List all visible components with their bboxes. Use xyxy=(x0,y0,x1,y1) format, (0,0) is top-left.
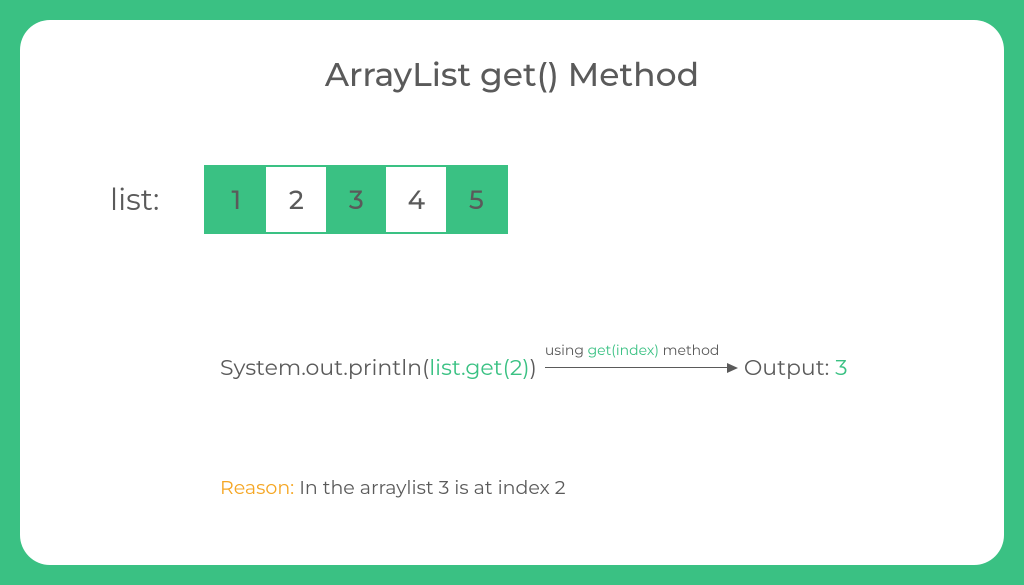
page-title: ArrayList get() Method xyxy=(70,55,954,95)
array-cell: 4 xyxy=(386,167,446,232)
arrow-label: using get(index) method xyxy=(545,341,738,359)
code-suffix: ) xyxy=(530,354,537,381)
array-cell: 2 xyxy=(266,167,326,232)
arrow-label-mid: get(index) xyxy=(588,341,659,359)
array-cell: 5 xyxy=(446,167,506,232)
code-expression: System.out.println(list.get(2)) xyxy=(220,354,537,381)
code-line: System.out.println(list.get(2)) using ge… xyxy=(220,354,954,381)
arrow-line-icon xyxy=(545,367,727,369)
list-row: list: 1 2 3 4 5 xyxy=(110,165,954,234)
output-group: Output: 3 xyxy=(744,354,848,381)
array-cell: 3 xyxy=(326,167,386,232)
code-prefix: System.out.println( xyxy=(220,354,429,381)
reason-text: In the arraylist 3 is at index 2 xyxy=(299,476,565,499)
array-cell: 1 xyxy=(206,167,266,232)
array-container: 1 2 3 4 5 xyxy=(204,165,508,234)
arrow: using get(index) method xyxy=(545,363,738,373)
arrow-label-post: method xyxy=(659,341,719,359)
reason-label: Reason: xyxy=(220,476,299,499)
arrow-label-pre: using xyxy=(545,341,588,359)
output-label: Output: xyxy=(744,354,835,381)
arrow-head-icon xyxy=(727,363,738,373)
diagram-card: ArrayList get() Method list: 1 2 3 4 5 S… xyxy=(20,20,1004,565)
reason-row: Reason: In the arraylist 3 is at index 2 xyxy=(220,476,954,499)
code-highlight: list.get(2) xyxy=(429,354,529,381)
list-label: list: xyxy=(110,181,159,218)
output-value: 3 xyxy=(835,354,847,381)
